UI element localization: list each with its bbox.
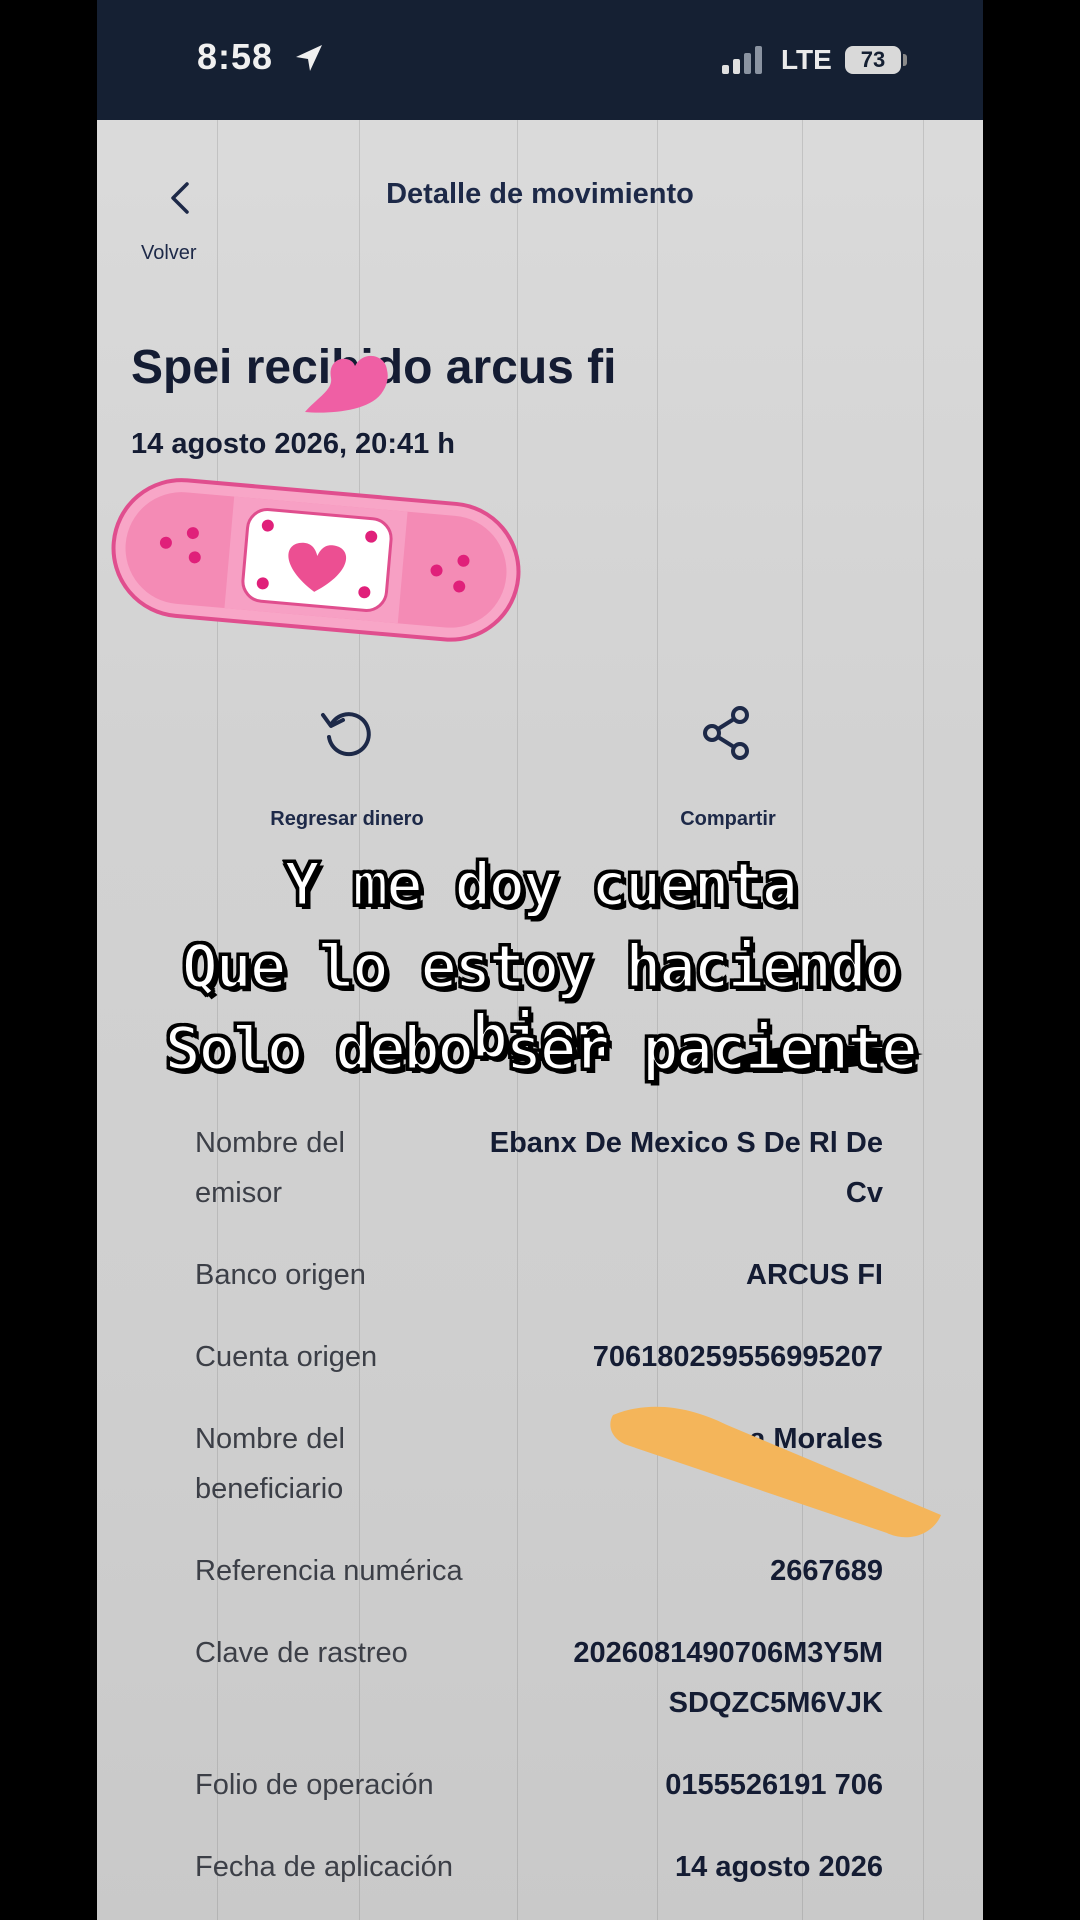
heart-sticker: [305, 355, 388, 413]
detail-label: Folio de operación: [195, 1769, 434, 1801]
phone-screen: 8:58 LTE 73 Volver Detalle de movimiento…: [97, 0, 983, 1920]
detail-row-cuenta: Cuenta origen 706180259556995207: [195, 1332, 883, 1382]
battery-level: 73: [860, 47, 886, 72]
status-bar: 8:58 LTE 73: [97, 0, 983, 120]
detail-label: Fecha de aplicación: [195, 1851, 453, 1883]
signal-icon: [722, 46, 766, 74]
bandage-sticker: [111, 478, 521, 642]
detail-value: 14 agosto 2026: [675, 1851, 883, 1883]
detail-row-rastreo: Clave de rastreo 2026081490706M3Y5MSDQZC…: [195, 1628, 883, 1728]
caption-line-3: Solo debo ser paciente: [163, 1013, 919, 1086]
detail-value: 2026081490706M3Y5MSDQZC5M6VJK: [573, 1637, 883, 1719]
back-label[interactable]: Volver: [141, 242, 197, 265]
share-label[interactable]: Compartir: [608, 808, 848, 831]
battery-tip: [903, 54, 907, 66]
detail-label: Clave de rastreo: [195, 1637, 408, 1669]
movement-date: 14 agosto 2026, 20:41 h: [131, 428, 455, 460]
detail-row-fecha: Fecha de aplicación 14 agosto 2026: [195, 1842, 883, 1892]
share-icon: [703, 706, 749, 760]
detail-label: Banco origen: [195, 1259, 366, 1291]
detail-row-banco: Banco origen ARCUS FI: [195, 1250, 883, 1300]
detail-value: ARCUS FI: [746, 1259, 883, 1291]
detail-row-folio: Folio de operación 0155526191 706: [195, 1760, 883, 1810]
battery-icon: 73: [845, 46, 901, 74]
orange-redaction-scribble: [610, 1406, 941, 1538]
detail-row-emisor: Nombre del emisor Ebanx De Mexico S De R…: [195, 1118, 883, 1218]
network-type: LTE: [781, 44, 832, 75]
detail-value: 2667689: [770, 1555, 883, 1587]
refresh-icon: [321, 712, 371, 757]
detail-value: Ebanx De Mexico S De Rl De Cv: [489, 1127, 883, 1209]
detail-row-referencia: Referencia numérica 2667689: [195, 1546, 883, 1596]
detail-label: Cuenta origen: [195, 1341, 378, 1373]
refund-label[interactable]: Regresar dinero: [227, 808, 467, 831]
page-title: Detalle de movimiento: [386, 178, 694, 210]
detail-label: Nombre del beneficiario: [195, 1423, 345, 1505]
status-time: 8:58: [197, 36, 274, 77]
caption-line-1: Y me doy cuenta: [283, 849, 800, 922]
detail-label: Nombre del emisor: [195, 1127, 345, 1209]
detail-label: Referencia numérica: [195, 1555, 463, 1587]
location-arrow-icon: [296, 45, 322, 71]
detail-value: 0155526191 706: [665, 1769, 883, 1801]
detail-value: 706180259556995207: [592, 1341, 883, 1373]
